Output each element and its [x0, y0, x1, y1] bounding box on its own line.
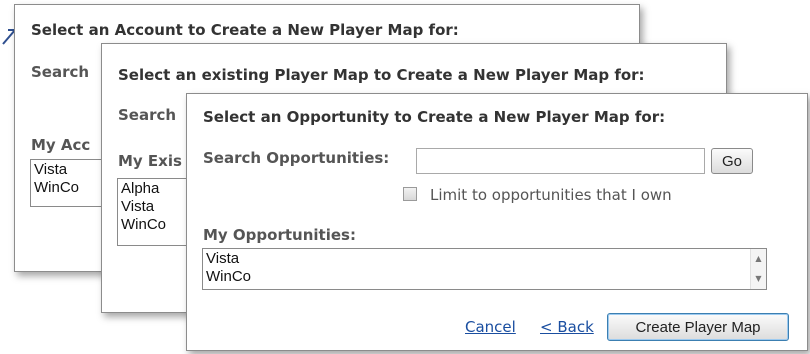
search-opportunities-label: Search Opportunities: [203, 149, 390, 167]
dialog-title: Select an Opportunity to Create a New Pl… [203, 108, 666, 126]
search-label: Search [118, 106, 177, 124]
dialog-title: Select an existing Player Map to Create … [118, 66, 645, 84]
listbox-scrollbar[interactable]: ▲ ▼ [750, 249, 766, 289]
create-player-map-button[interactable]: Create Player Map [607, 313, 789, 341]
scroll-up-icon[interactable]: ▲ [751, 251, 766, 267]
search-label: Search [31, 63, 90, 81]
go-button[interactable]: Go [711, 148, 753, 174]
back-link[interactable]: < Back [540, 318, 594, 336]
list-label: My Acc [31, 136, 91, 154]
select-opportunity-dialog: Select an Opportunity to Create a New Pl… [186, 93, 808, 351]
search-opportunities-input[interactable] [416, 148, 705, 174]
scroll-down-icon[interactable]: ▼ [751, 271, 766, 287]
cancel-link[interactable]: Cancel [465, 318, 516, 336]
dialog-title: Select an Account to Create a New Player… [31, 21, 459, 39]
list-item[interactable]: Vista [206, 250, 763, 268]
limit-opportunities-checkbox[interactable] [403, 187, 417, 201]
limit-opportunities-label: Limit to opportunities that I own [430, 186, 672, 204]
opportunities-listbox[interactable]: Vista WinCo ▲ ▼ [202, 248, 767, 290]
list-label: My Exis [118, 152, 182, 170]
my-opportunities-label: My Opportunities: [203, 226, 356, 244]
list-item[interactable]: WinCo [206, 268, 763, 286]
